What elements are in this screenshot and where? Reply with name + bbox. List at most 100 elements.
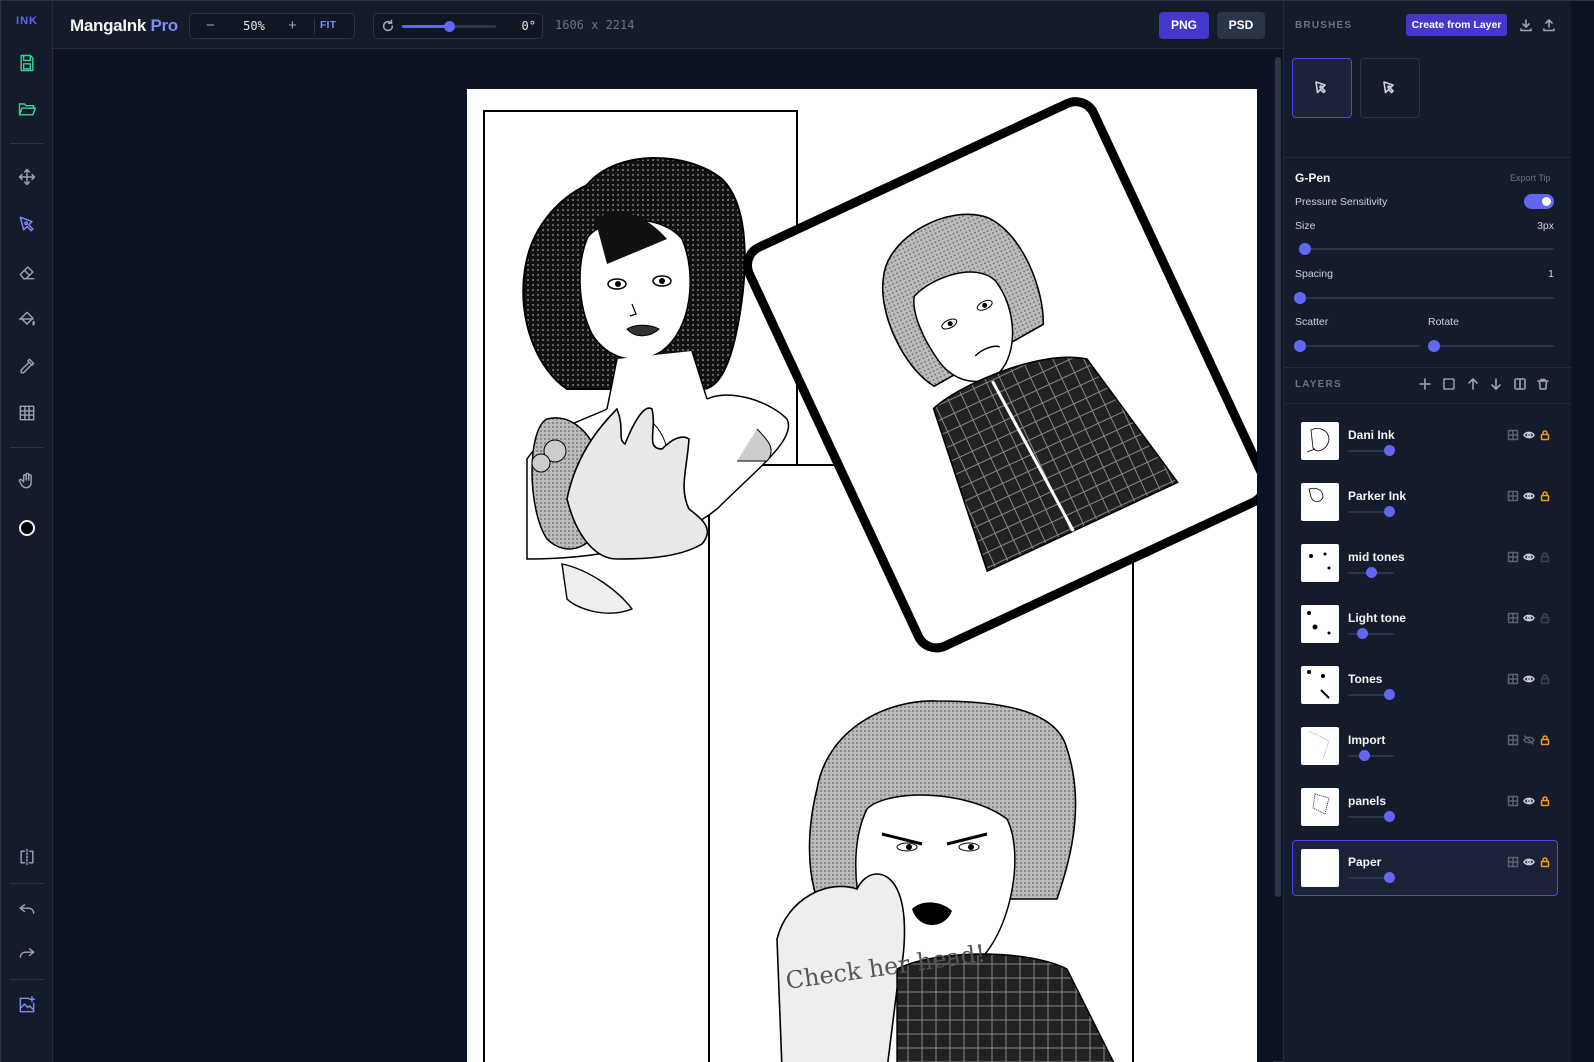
layer-name[interactable]: Paper: [1348, 855, 1381, 869]
layer-name[interactable]: Parker Ink: [1348, 489, 1406, 503]
layer-row[interactable]: Light tone: [1292, 596, 1558, 652]
layer-name[interactable]: mid tones: [1348, 550, 1405, 564]
layer-row[interactable]: Parker Ink: [1292, 474, 1558, 530]
layer-lock-toggle[interactable]: [1539, 489, 1551, 502]
rotate-slider-thumb[interactable]: [1428, 340, 1440, 352]
zoom-out-button[interactable]: −: [206, 17, 215, 34]
layer-alpha-lock-button[interactable]: [1507, 489, 1519, 502]
add-layer-button[interactable]: [1418, 377, 1432, 391]
export-tip-link[interactable]: Export Tip: [1510, 173, 1551, 183]
hand-tool[interactable]: [11, 465, 43, 497]
layer-opacity-thumb[interactable]: [1384, 689, 1396, 700]
layer-opacity-slider[interactable]: [1348, 689, 1396, 700]
layer-opacity-thumb[interactable]: [1384, 811, 1396, 822]
layer-lock-toggle[interactable]: [1539, 733, 1551, 746]
mirror-tool[interactable]: [11, 841, 43, 873]
grid-tool[interactable]: [11, 397, 43, 429]
layer-name[interactable]: Dani Ink: [1348, 428, 1395, 442]
layer-lock-toggle[interactable]: [1539, 855, 1551, 868]
layer-row[interactable]: Paper: [1292, 840, 1558, 896]
move-layer-up-button[interactable]: [1466, 377, 1480, 391]
rotation-slider[interactable]: [402, 21, 496, 32]
layer-opacity-slider[interactable]: [1348, 567, 1394, 578]
rotate-slider[interactable]: [1428, 340, 1554, 352]
layer-name[interactable]: Light tone: [1348, 611, 1406, 625]
size-slider-thumb[interactable]: [1299, 243, 1312, 255]
rotate-reset-button[interactable]: [381, 19, 395, 33]
layer-alpha-lock-button[interactable]: [1507, 611, 1519, 624]
layer-lock-toggle[interactable]: [1539, 672, 1551, 685]
layer-visibility-toggle[interactable]: [1523, 855, 1535, 867]
import-brush-button[interactable]: [1519, 18, 1533, 32]
eyedropper-tool[interactable]: [11, 350, 43, 382]
layer-alpha-lock-button[interactable]: [1507, 855, 1519, 868]
layer-visibility-toggle[interactable]: [1523, 794, 1535, 806]
add-image-button[interactable]: [11, 989, 43, 1021]
layer-row[interactable]: panels: [1292, 779, 1558, 835]
layer-opacity-slider[interactable]: [1348, 811, 1396, 822]
pressure-toggle[interactable]: [1524, 194, 1554, 209]
spacing-slider-thumb[interactable]: [1294, 292, 1306, 304]
layer-lock-toggle[interactable]: [1539, 550, 1551, 563]
undo-button[interactable]: [11, 893, 43, 925]
canvas-scrollbar[interactable]: [1275, 57, 1281, 897]
layer-name[interactable]: Tones: [1348, 672, 1382, 686]
layer-opacity-thumb[interactable]: [1366, 567, 1377, 578]
layer-visibility-toggle[interactable]: [1523, 550, 1535, 562]
layer-row[interactable]: Dani Ink: [1292, 413, 1558, 469]
select-layer-button[interactable]: [1442, 377, 1456, 391]
layer-alpha-lock-button[interactable]: [1507, 550, 1519, 563]
layer-opacity-thumb[interactable]: [1384, 506, 1396, 517]
eraser-tool[interactable]: [11, 256, 43, 288]
layer-opacity-slider[interactable]: [1348, 750, 1394, 761]
scatter-slider[interactable]: [1294, 340, 1420, 352]
rotation-slider-thumb[interactable]: [444, 21, 455, 32]
redo-button[interactable]: [11, 937, 43, 969]
save-button[interactable]: [11, 47, 43, 79]
layer-row[interactable]: mid tones: [1292, 535, 1558, 591]
export-png-button[interactable]: PNG: [1159, 12, 1209, 39]
export-brush-button[interactable]: [1542, 18, 1556, 32]
layer-alpha-lock-button[interactable]: [1507, 794, 1519, 807]
delete-layer-button[interactable]: [1536, 377, 1550, 391]
layer-visibility-toggle[interactable]: [1523, 489, 1535, 501]
layer-visibility-toggle[interactable]: [1523, 428, 1535, 440]
brush-slot-gpen[interactable]: [1292, 58, 1352, 118]
layer-visibility-toggle[interactable]: [1523, 672, 1535, 684]
size-slider[interactable]: [1299, 243, 1554, 255]
scatter-slider-thumb[interactable]: [1294, 340, 1306, 352]
layer-alpha-lock-button[interactable]: [1507, 733, 1519, 746]
layer-alpha-lock-button[interactable]: [1507, 428, 1519, 441]
layer-lock-toggle[interactable]: [1539, 611, 1551, 624]
zoom-in-button[interactable]: +: [288, 17, 297, 34]
layer-row[interactable]: Tones: [1292, 657, 1558, 713]
manga-page[interactable]: Check her head!: [467, 89, 1257, 1062]
layer-opacity-slider[interactable]: [1348, 506, 1396, 517]
layer-visibility-toggle[interactable]: [1523, 611, 1535, 623]
fit-button[interactable]: FIT: [320, 20, 337, 31]
layer-visibility-toggle[interactable]: [1523, 733, 1535, 745]
pen-tool[interactable]: [11, 208, 43, 240]
color-picker[interactable]: [11, 512, 43, 544]
layer-opacity-slider[interactable]: [1348, 628, 1394, 639]
layer-opacity-slider[interactable]: [1348, 445, 1396, 456]
layer-lock-toggle[interactable]: [1539, 428, 1551, 441]
layer-opacity-thumb[interactable]: [1384, 445, 1396, 456]
move-tool[interactable]: [11, 161, 43, 193]
move-layer-down-button[interactable]: [1489, 377, 1503, 391]
layer-name[interactable]: panels: [1348, 794, 1386, 808]
layer-opacity-thumb[interactable]: [1359, 750, 1371, 761]
layer-opacity-slider[interactable]: [1348, 872, 1396, 883]
layer-lock-toggle[interactable]: [1539, 794, 1551, 807]
layer-opacity-thumb[interactable]: [1356, 628, 1368, 639]
merge-layer-button[interactable]: [1513, 377, 1527, 391]
brush-slot-2[interactable]: [1360, 58, 1420, 118]
create-from-layer-button[interactable]: Create from Layer: [1406, 14, 1507, 36]
layer-name[interactable]: Import: [1348, 733, 1385, 747]
layer-row[interactable]: Import: [1292, 718, 1558, 774]
spacing-slider[interactable]: [1294, 292, 1554, 304]
export-psd-button[interactable]: PSD: [1217, 12, 1265, 39]
layer-opacity-thumb[interactable]: [1384, 872, 1396, 883]
canvas-viewport[interactable]: Check her head!: [53, 49, 1273, 1062]
layer-alpha-lock-button[interactable]: [1507, 672, 1519, 685]
